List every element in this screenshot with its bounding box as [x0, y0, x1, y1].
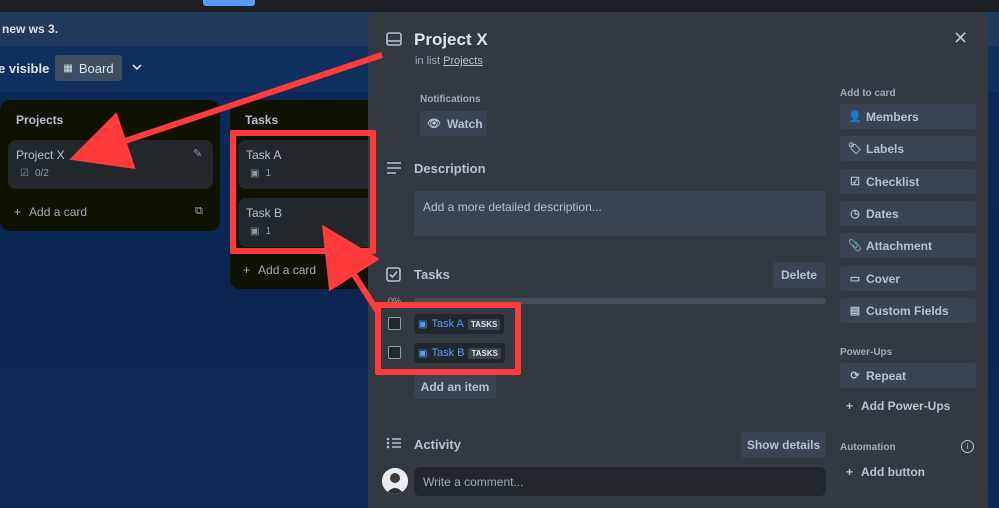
annotation-arrows [69, 52, 383, 314]
annotation-arrow [69, 52, 383, 170]
annotation-arrow [322, 224, 381, 314]
